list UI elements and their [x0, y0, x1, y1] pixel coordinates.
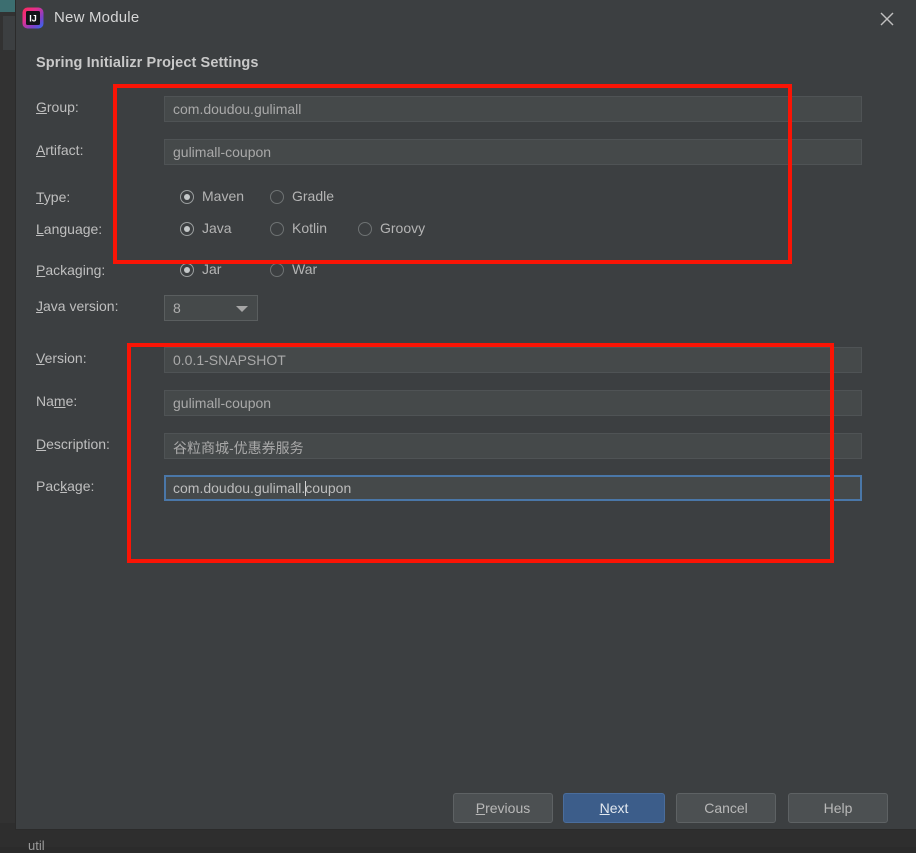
intellij-idea-icon: IJ: [22, 7, 44, 29]
package-input[interactable]: com.doudou.gulimall.coupon: [164, 475, 862, 501]
name-label-mnemonic: m: [54, 393, 66, 409]
chevron-down-icon: [236, 306, 248, 312]
radio-label: War: [292, 261, 317, 277]
next-button[interactable]: Next: [563, 793, 665, 823]
background-tab-nub: [0, 0, 16, 12]
radio-label: Groovy: [380, 220, 425, 236]
group-label: Group:: [36, 99, 148, 115]
background-status-text: util: [28, 838, 45, 853]
radio-label: Java: [202, 220, 232, 236]
description-input-value: 谷粒商城-优惠券服务: [173, 438, 304, 458]
java-version-value: 8: [173, 300, 181, 316]
version-input[interactable]: 0.0.1-SNAPSHOT: [164, 347, 862, 373]
svg-text:IJ: IJ: [29, 14, 37, 24]
java-version-select[interactable]: 8: [164, 295, 258, 321]
background-side-panel: [3, 16, 16, 50]
artifact-input-value: gulimall-coupon: [173, 144, 271, 160]
language-label: Language:: [36, 221, 148, 237]
radio-dot: [358, 222, 372, 236]
package-label: Package:: [36, 478, 148, 494]
type-label: Type:: [36, 189, 148, 205]
radio-dot: [180, 263, 194, 277]
radio-dot: [180, 190, 194, 204]
cancel-button[interactable]: Cancel: [676, 793, 776, 823]
description-label: Description:: [36, 436, 148, 452]
radio-dot: [270, 263, 284, 277]
dialog-title: New Module: [54, 9, 139, 26]
close-icon[interactable]: [870, 4, 904, 34]
description-input[interactable]: 谷粒商城-优惠券服务: [164, 433, 862, 459]
group-label-mnemonic: G: [36, 99, 47, 115]
previous-button[interactable]: Previous: [453, 793, 553, 823]
radio-dot: [270, 222, 284, 236]
radio-label: Maven: [202, 188, 244, 204]
help-button[interactable]: Help: [788, 793, 888, 823]
artifact-input[interactable]: gulimall-coupon: [164, 139, 862, 165]
new-module-dialog: IJ New Module Spring Initializr Project …: [16, 0, 916, 829]
language-label-mnemonic: L: [36, 221, 44, 237]
radio-dot: [270, 190, 284, 204]
page-title: Spring Initializr Project Settings: [36, 55, 259, 71]
name-input-value: gulimall-coupon: [173, 395, 271, 411]
dialog-button-bar: Previous Next Cancel Help: [16, 793, 916, 829]
description-label-mnemonic: D: [36, 436, 46, 452]
version-label: Version:: [36, 350, 148, 366]
background-window-strip: [0, 0, 16, 847]
group-input-value: com.doudou.gulimall: [173, 101, 301, 117]
version-label-mnemonic: V: [36, 350, 45, 366]
packaging-label: Packaging:: [36, 262, 148, 278]
radio-dot: [180, 222, 194, 236]
package-text-before-caret: com.doudou.gulimall.: [173, 480, 305, 496]
java-version-label: Java version:: [36, 298, 148, 314]
java-version-label-mnemonic: J: [36, 298, 43, 314]
packaging-label-mnemonic: P: [36, 262, 45, 278]
type-label-mnemonic: T: [36, 189, 44, 205]
radio-label: Kotlin: [292, 220, 327, 236]
name-label: Name:: [36, 393, 148, 409]
artifact-label-mnemonic: A: [36, 142, 45, 158]
package-input-value: com.doudou.gulimall.coupon: [173, 480, 351, 496]
radio-label: Gradle: [292, 188, 334, 204]
dialog-titlebar: IJ New Module: [16, 0, 916, 38]
name-input[interactable]: gulimall-coupon: [164, 390, 862, 416]
radio-label: Jar: [202, 261, 221, 277]
package-text-after-caret: coupon: [305, 480, 351, 496]
group-input[interactable]: com.doudou.gulimall: [164, 96, 862, 122]
artifact-label: Artifact:: [36, 142, 148, 158]
version-input-value: 0.0.1-SNAPSHOT: [173, 352, 286, 368]
